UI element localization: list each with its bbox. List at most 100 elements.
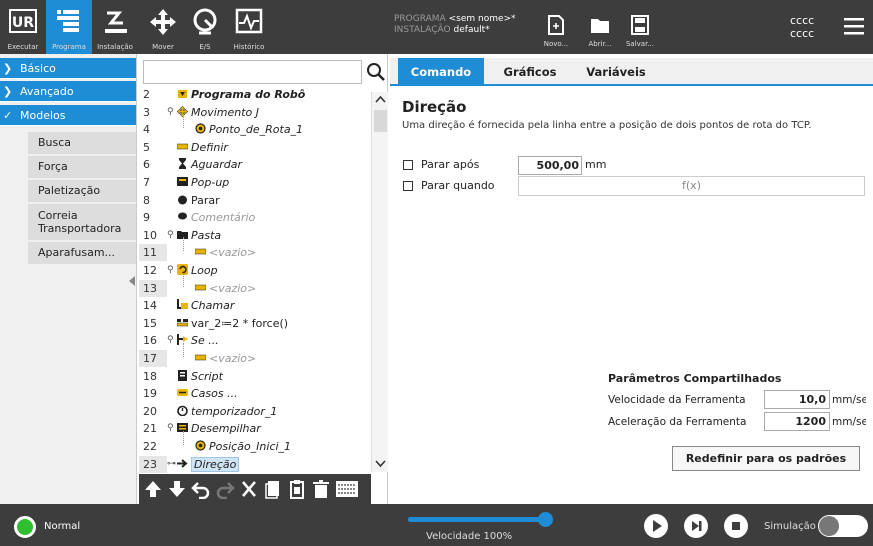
stop-after-field[interactable]: 500,00: [518, 156, 582, 175]
tree-node[interactable]: Definir: [177, 139, 228, 157]
tree-row[interactable]: 10 ⚲ Pasta: [137, 227, 371, 245]
tree-row[interactable]: 19 Casos ...: [137, 385, 371, 403]
switch-icon: [177, 389, 188, 397]
nav-log[interactable]: Histórico: [226, 0, 272, 54]
chevron-right-icon: ❯: [3, 62, 13, 75]
stop-after-label: Parar após: [421, 158, 480, 171]
scroll-thumb[interactable]: [374, 110, 387, 132]
tree-node[interactable]: Direção: [177, 456, 240, 474]
search-input[interactable]: [143, 60, 362, 84]
undo-icon[interactable]: [191, 479, 211, 499]
tab-variables[interactable]: Variáveis: [576, 58, 656, 86]
tab-graphics[interactable]: Gráficos: [488, 58, 572, 86]
delete-icon[interactable]: [311, 479, 331, 499]
search-icon[interactable]: [365, 60, 387, 84]
tree-row[interactable]: 9 Comentário: [137, 209, 371, 227]
sidebar-item-force[interactable]: Força: [28, 156, 136, 178]
tree-row[interactable]: 17 <vazio>: [137, 350, 371, 368]
tree-row[interactable]: 23 ⊶ Direção: [137, 455, 371, 474]
tree-node[interactable]: Pop-up: [177, 174, 229, 192]
tool-accel-field[interactable]: 1200: [764, 412, 830, 431]
nav-move[interactable]: Mover: [140, 0, 186, 54]
expand-pin-icon[interactable]: ⚲: [167, 227, 174, 245]
stop-after-checkbox[interactable]: [403, 160, 413, 170]
save-button[interactable]: Salvar...: [620, 0, 660, 54]
speed-slider-handle[interactable]: [538, 512, 553, 527]
status-indicator-icon[interactable]: [14, 516, 36, 538]
step-button[interactable]: [684, 514, 708, 538]
open-button[interactable]: Abrir...: [580, 0, 620, 54]
nav-installation[interactable]: Instalação: [92, 0, 138, 54]
chevron-down-icon[interactable]: [375, 460, 386, 468]
stop-button[interactable]: [724, 514, 748, 538]
paste-icon[interactable]: [287, 479, 307, 499]
tree-row[interactable]: 2 Programa do Robô: [137, 86, 371, 104]
move-up-icon[interactable]: [143, 479, 163, 499]
tree-node[interactable]: Desempilhar: [177, 420, 261, 438]
tree-row[interactable]: 3 ⚲ Movimento J: [137, 104, 371, 122]
tree-node[interactable]: Chamar: [177, 297, 234, 315]
tree-row[interactable]: 13 <vazio>: [137, 279, 371, 298]
tree-node[interactable]: Script: [177, 368, 223, 386]
expand-pin-icon[interactable]: ⚲: [167, 104, 174, 122]
tree-node[interactable]: Programa do Robô: [177, 86, 305, 104]
tree-row[interactable]: 14 Chamar: [137, 297, 371, 315]
suppress-icon[interactable]: [335, 479, 359, 499]
move-down-icon[interactable]: [167, 479, 187, 499]
expand-pin-icon[interactable]: ⊶: [167, 456, 176, 474]
tree-row[interactable]: 15 var_2≔2 * force(): [137, 315, 371, 333]
stop-when-expression-field[interactable]: f(x): [518, 176, 865, 196]
new-button[interactable]: Novo...: [536, 0, 576, 54]
tree-row[interactable]: 8 Parar: [137, 192, 371, 210]
tab-command[interactable]: Comando: [398, 58, 484, 86]
nav-program[interactable]: Programa: [46, 0, 92, 54]
tree-node[interactable]: Casos ...: [177, 385, 238, 403]
tree-node[interactable]: temporizador_1: [177, 403, 277, 421]
tree-node[interactable]: <vazio>: [195, 280, 256, 298]
sidebar-item-conveyor[interactable]: Correia Transportadora: [28, 204, 136, 240]
sidebar-category-basic[interactable]: ❯ Básico: [0, 58, 136, 79]
tree-node[interactable]: Ponto_de_Rota_1: [195, 121, 303, 139]
sidebar-item-palletizing[interactable]: Paletização: [28, 180, 136, 202]
tree-row[interactable]: 22 Posição_Inici_1: [137, 438, 371, 456]
tree-scrollbar[interactable]: [371, 92, 388, 472]
tree-node[interactable]: Comentário: [177, 209, 255, 227]
redo-icon[interactable]: [215, 479, 235, 499]
tree-node[interactable]: Posição_Inici_1: [195, 438, 291, 456]
sidebar-item-search[interactable]: Busca: [28, 132, 136, 154]
copy-icon[interactable]: [263, 479, 283, 499]
simulation-toggle[interactable]: [818, 515, 868, 537]
tree-node[interactable]: <vazio>: [195, 244, 256, 262]
tree-node[interactable]: Aguardar: [177, 156, 242, 174]
tree-node[interactable]: var_2≔2 * force(): [177, 315, 288, 333]
tree-node[interactable]: Parar: [177, 192, 220, 210]
tree-row[interactable]: 7 Pop-up: [137, 174, 371, 192]
play-button[interactable]: [644, 514, 668, 538]
stop-when-checkbox[interactable]: [403, 181, 413, 191]
expand-pin-icon[interactable]: ⚲: [167, 332, 174, 350]
tree-row[interactable]: 6 Aguardar: [137, 156, 371, 174]
tree-node[interactable]: Movimento J: [177, 104, 259, 122]
tree-row[interactable]: 12 ⚲ Loop: [137, 262, 371, 280]
sidebar-category-templates[interactable]: ✓ Modelos: [0, 105, 136, 126]
hamburger-menu-icon[interactable]: [842, 14, 866, 38]
tree-row[interactable]: 18 Script: [137, 368, 371, 386]
reset-defaults-button[interactable]: Redefinir para os padrões: [672, 446, 860, 471]
cut-icon[interactable]: [239, 479, 259, 499]
tree-row[interactable]: 21 ⚲ Desempilhar: [137, 420, 371, 438]
expand-pin-icon[interactable]: ⚲: [167, 420, 174, 438]
tree-row[interactable]: 11 <vazio>: [137, 244, 371, 262]
expand-pin-icon[interactable]: ⚲: [167, 262, 174, 280]
nav-run[interactable]: UR Executar: [0, 0, 46, 54]
tree-row[interactable]: 4 Ponto_de_Rota_1: [137, 121, 371, 139]
tree-row[interactable]: 20 temporizador_1: [137, 403, 371, 421]
nav-io[interactable]: E/S: [182, 0, 228, 54]
tool-speed-field[interactable]: 10,0: [764, 390, 830, 409]
sidebar-category-advanced[interactable]: ❯ Avançado: [0, 81, 136, 102]
collapse-left-icon[interactable]: [128, 276, 136, 286]
tree-row[interactable]: 5 Definir: [137, 139, 371, 157]
chevron-up-icon[interactable]: [375, 95, 386, 103]
tree-row[interactable]: 16 ⚲ Se ...: [137, 332, 371, 350]
sidebar-item-screwdriving[interactable]: Aparafusam...: [28, 242, 136, 264]
tree-node[interactable]: <vazio>: [195, 350, 256, 368]
